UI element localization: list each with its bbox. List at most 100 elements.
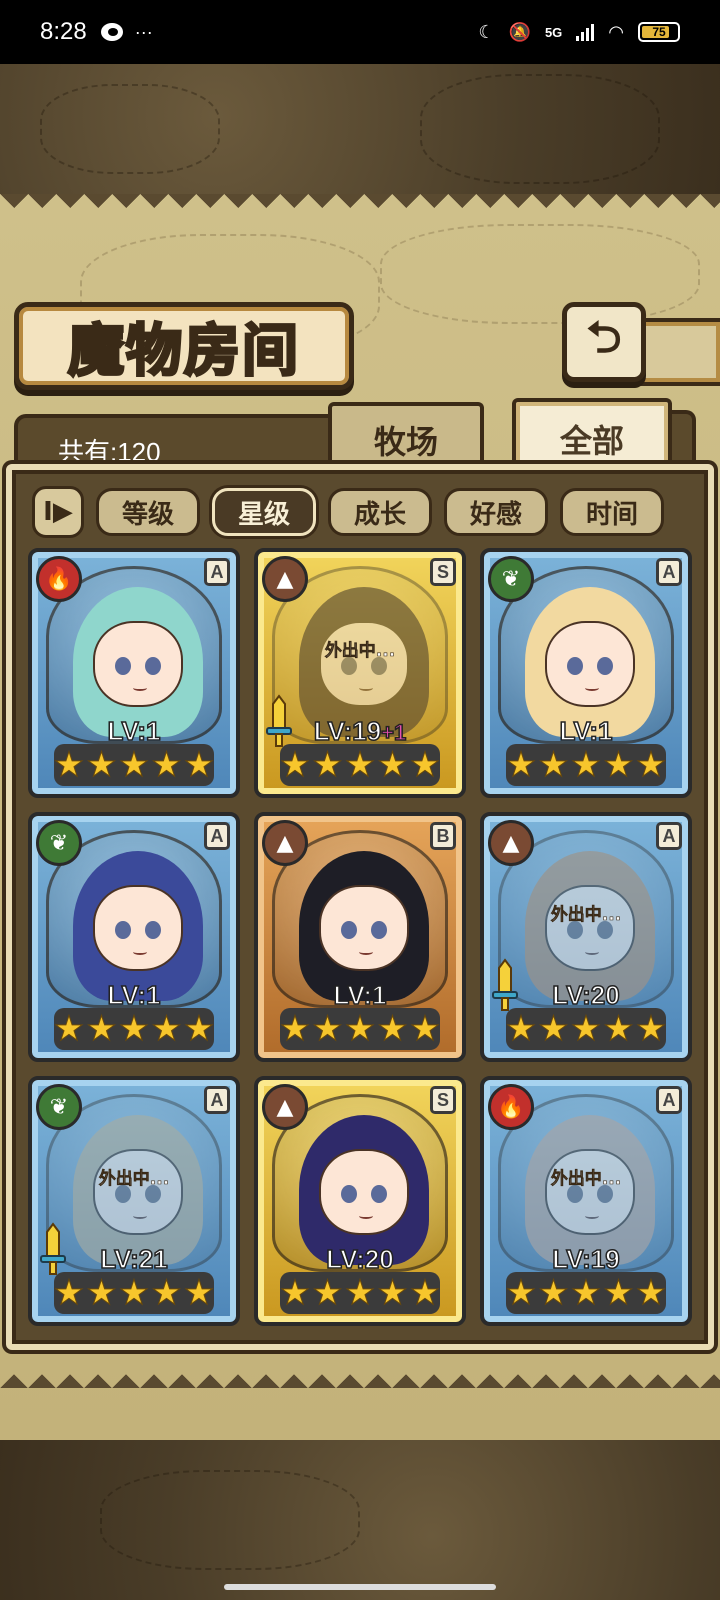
away-status: 外出中... [550, 1169, 622, 1190]
star-icon: ★ [183, 1009, 215, 1049]
zigzag-border-top [0, 194, 720, 222]
star-icon: ★ [603, 745, 635, 785]
map-background-bottom [0, 1440, 720, 1600]
star-icon: ★ [151, 1009, 183, 1049]
earth-element-icon: ▲ [262, 556, 308, 602]
away-status: 外出中... [550, 905, 622, 926]
monster-card[interactable]: ❦ A LV:1 ★ ★ ★ ★ ★ [28, 812, 240, 1062]
star-icon: ★ [570, 1273, 602, 1313]
sort-growth-button[interactable]: 成长 [328, 488, 432, 536]
rank-badge: S [430, 1086, 456, 1114]
fire-element-icon: 🔥 [36, 556, 82, 602]
sword-equipment-icon [40, 1222, 66, 1275]
sort-order-icon: I▶ [43, 497, 73, 527]
star-icon: ★ [279, 1273, 311, 1313]
rank-badge: B [430, 822, 456, 850]
level-bonus: +1 [380, 719, 407, 746]
star-icon: ★ [183, 745, 215, 785]
star-icon: ★ [279, 745, 311, 785]
level-label: LV:1 [559, 715, 613, 747]
level-label: LV:1 [107, 979, 161, 1011]
page-title: 魔物房间 [67, 316, 300, 385]
star-icon: ★ [409, 745, 441, 785]
sort-level-button[interactable]: 等级 [96, 488, 200, 536]
leaf-element-icon: ❦ [36, 1084, 82, 1130]
page-title-banner: 魔物房间 [14, 302, 354, 390]
star-rating: ★ ★ ★ ★ ★ [279, 1272, 441, 1314]
back-button[interactable]: ⮌ [562, 302, 646, 382]
sort-star-button[interactable]: 星级 [212, 488, 316, 536]
star-icon: ★ [635, 1273, 667, 1313]
star-rating: ★ ★ ★ ★ ★ [53, 1272, 215, 1314]
star-rating: ★ ★ ★ ★ ★ [505, 1008, 667, 1050]
away-status: 外出中... [324, 641, 396, 662]
monster-card[interactable]: ▲ B LV:1 ★ ★ ★ ★ ★ [254, 812, 466, 1062]
star-rating: ★ ★ ★ ★ ★ [279, 1008, 441, 1050]
star-icon: ★ [505, 1009, 537, 1049]
star-icon: ★ [377, 1009, 409, 1049]
star-icon: ★ [183, 1273, 215, 1313]
sword-equipment-icon [266, 694, 292, 747]
map-background-top [0, 64, 720, 194]
level-label: LV:19 [552, 1243, 621, 1275]
wechat-icon [100, 23, 123, 41]
rank-badge: A [656, 822, 682, 850]
star-icon: ★ [377, 745, 409, 785]
monster-card[interactable]: 🔥 A LV:1 ★ ★ ★ ★ ★ [28, 548, 240, 798]
monster-card[interactable]: ▲ S 外出中... LV:19+1 ★ ★ ★ ★ ★ [254, 548, 466, 798]
star-icon: ★ [505, 1273, 537, 1313]
star-icon: ★ [603, 1009, 635, 1049]
star-icon: ★ [570, 1009, 602, 1049]
monster-card[interactable]: ❦ A LV:1 ★ ★ ★ ★ ★ [480, 548, 692, 798]
network-label: 5G [544, 24, 563, 40]
sort-affection-button[interactable]: 好感 [444, 488, 548, 536]
star-icon: ★ [312, 1009, 344, 1049]
leaf-element-icon: ❦ [488, 556, 534, 602]
star-icon: ★ [86, 1009, 118, 1049]
star-icon: ★ [538, 745, 570, 785]
wifi-icon: ◠ [608, 21, 624, 42]
home-indicator [224, 1584, 496, 1590]
star-icon: ★ [538, 1009, 570, 1049]
star-icon: ★ [570, 745, 602, 785]
sort-time-button[interactable]: 时间 [560, 488, 664, 536]
signal-icon [576, 23, 595, 41]
monster-card[interactable]: ▲ S LV:20 ★ ★ ★ ★ ★ [254, 1076, 466, 1326]
star-icon: ★ [86, 1273, 118, 1313]
status-time: 8:28 [40, 18, 87, 45]
star-icon: ★ [635, 1009, 667, 1049]
star-icon: ★ [151, 1273, 183, 1313]
star-icon: ★ [53, 1273, 85, 1313]
rank-badge: A [204, 1086, 230, 1114]
monster-card[interactable]: ▲ A 外出中... LV:20 ★ ★ ★ ★ ★ [480, 812, 692, 1062]
level-label: LV:1 [107, 715, 161, 747]
earth-element-icon: ▲ [488, 820, 534, 866]
star-rating: ★ ★ ★ ★ ★ [279, 744, 441, 786]
monster-card[interactable]: ❦ A 外出中... LV:21 ★ ★ ★ ★ ★ [28, 1076, 240, 1326]
monster-count-label: 共有:120 [58, 437, 161, 467]
star-icon: ★ [53, 745, 85, 785]
sort-order-toggle[interactable]: I▶ [32, 486, 84, 538]
moon-icon: ☾ [478, 21, 495, 42]
rank-badge: A [204, 558, 230, 586]
star-rating: ★ ★ ★ ★ ★ [53, 1008, 215, 1050]
star-icon: ★ [505, 745, 537, 785]
star-icon: ★ [409, 1009, 441, 1049]
star-icon: ★ [603, 1273, 635, 1313]
leaf-element-icon: ❦ [36, 820, 82, 866]
monster-grid: 🔥 A LV:1 ★ ★ ★ ★ ★ ▲ S 外出中... LV:19+1 ★ ★ ★ ★ ★ ❦ A LV:1 ★ ★ ★… [28, 548, 692, 1326]
star-icon: ★ [118, 745, 150, 785]
star-rating: ★ ★ ★ ★ ★ [53, 744, 215, 786]
star-icon: ★ [53, 1009, 85, 1049]
star-icon: ★ [312, 745, 344, 785]
rank-badge: A [204, 822, 230, 850]
battery-icon: 75 [638, 22, 680, 42]
level-label: LV:1 [333, 979, 387, 1011]
star-rating: ★ ★ ★ ★ ★ [505, 744, 667, 786]
more-dots: ··· [134, 21, 153, 42]
earth-element-icon: ▲ [262, 1084, 308, 1130]
star-icon: ★ [118, 1273, 150, 1313]
star-icon: ★ [635, 745, 667, 785]
monster-card[interactable]: 🔥 A 外出中... LV:19 ★ ★ ★ ★ ★ [480, 1076, 692, 1326]
sort-bar: I▶ 等级 星级 成长 好感 时间 [32, 486, 688, 538]
